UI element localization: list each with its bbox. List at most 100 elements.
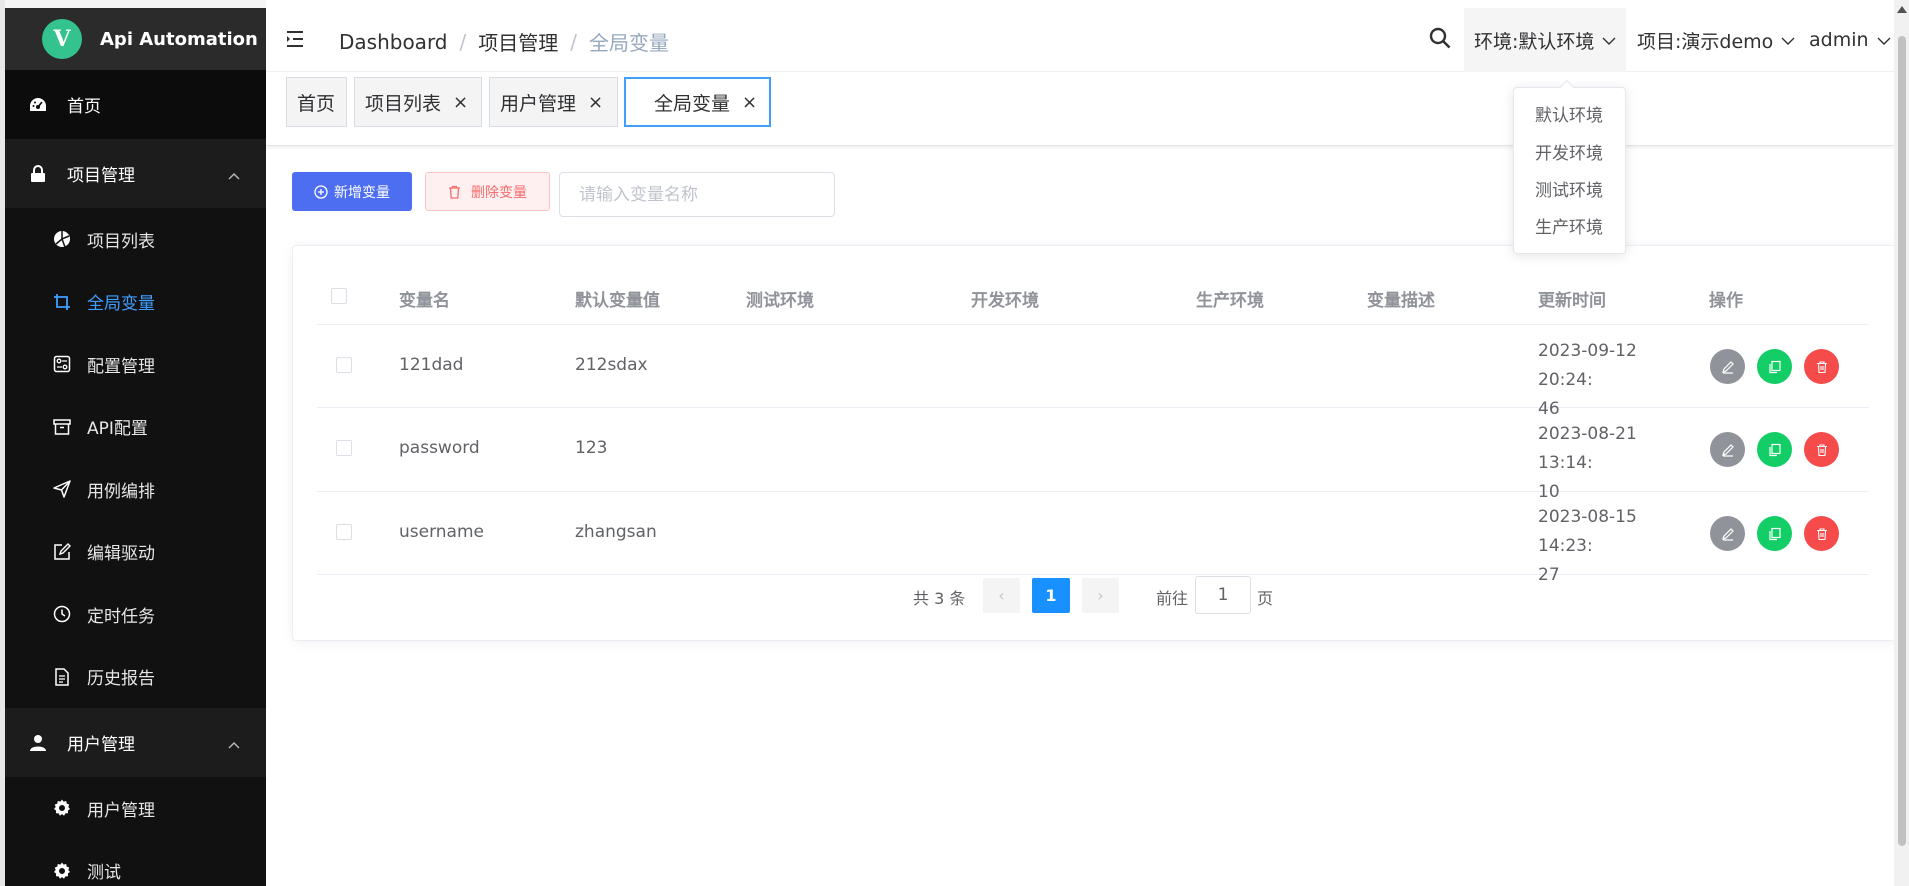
- env-option-test[interactable]: 测试环境: [1535, 176, 1603, 201]
- column-header-default-value: 默认变量值: [575, 291, 660, 311]
- plus-circle-icon: [314, 184, 328, 199]
- sidebar-item-label: 全局变量: [87, 294, 155, 315]
- sidebar-item-api-config[interactable]: API配置: [5, 396, 266, 459]
- pagination-goto-input[interactable]: [1195, 576, 1251, 614]
- user-menu[interactable]: admin: [1809, 8, 1891, 72]
- delete-button[interactable]: [1804, 516, 1839, 551]
- tag-global-vars[interactable]: 全局变量 ×: [624, 77, 771, 127]
- edit-button[interactable]: [1710, 432, 1745, 467]
- chevron-right-icon: ›: [1097, 586, 1104, 605]
- variable-search-input[interactable]: [559, 172, 835, 217]
- delete-button[interactable]: [1804, 432, 1839, 467]
- delete-button[interactable]: [1804, 349, 1839, 384]
- scroll-up-arrow-icon[interactable]: [1897, 6, 1907, 13]
- pencil-icon: [1721, 527, 1734, 541]
- app-logo[interactable]: V Api Automation: [5, 0, 266, 70]
- tag-project-list[interactable]: 项目列表 ×: [354, 77, 482, 127]
- breadcrumb-item[interactable]: Dashboard: [339, 30, 448, 54]
- env-option-dev[interactable]: 开发环境: [1535, 139, 1603, 164]
- sidebar-item-edit-driver[interactable]: 编辑驱动: [5, 521, 266, 584]
- updated-time-line: 2023-09-12 20:24:: [1538, 341, 1637, 390]
- copy-button[interactable]: [1757, 432, 1792, 467]
- sidebar-item-label: 测试: [87, 863, 121, 884]
- copy-icon: [1768, 443, 1781, 456]
- pagination-page-suffix: 页: [1257, 589, 1274, 608]
- submenu-project: 项目列表 全局变量 配置管理 API配置 用例编排 编辑驱动 定时任务 历史报告: [5, 208, 266, 708]
- sidebar-item-history-report[interactable]: 历史报告: [5, 646, 266, 709]
- trash-icon: [1816, 527, 1827, 540]
- copy-button[interactable]: [1757, 349, 1792, 384]
- sidebar-item-label: 首页: [67, 97, 101, 117]
- sidebar-group-user[interactable]: 用户管理: [5, 708, 266, 777]
- delete-variable-button[interactable]: 删除变量: [425, 172, 550, 211]
- column-header-prod-env: 生产环境: [1196, 291, 1264, 311]
- sidebar-group-project[interactable]: 项目管理: [5, 139, 266, 208]
- edit-icon: [53, 542, 71, 561]
- tag-label: 首页: [297, 92, 336, 115]
- project-selector[interactable]: 项目:演示demo: [1637, 8, 1795, 72]
- app-title: Api Automation: [100, 28, 258, 50]
- sidebar-group-label: 项目管理: [67, 166, 135, 186]
- crop-icon: [53, 293, 71, 311]
- close-icon[interactable]: ×: [742, 92, 757, 113]
- tag-home[interactable]: 首页: [286, 77, 347, 127]
- tag-label: 全局变量: [654, 92, 731, 115]
- gear-icon: [53, 862, 71, 880]
- row-checkbox[interactable]: [336, 440, 352, 456]
- add-variable-label: 新增变量: [334, 184, 390, 201]
- column-header-description: 变量描述: [1367, 291, 1435, 311]
- row-checkbox[interactable]: [336, 357, 352, 373]
- search-button[interactable]: [1429, 8, 1451, 72]
- sidebar-item-home[interactable]: 首页: [5, 70, 266, 139]
- updated-time-cell: 2023-09-12 20:24: 46: [1538, 337, 1688, 424]
- edit-button[interactable]: [1710, 349, 1745, 384]
- pagination-prev-button[interactable]: ‹: [983, 578, 1020, 613]
- variable-value-cell: zhangsan: [575, 522, 657, 542]
- sidebar-item-label: 用例编排: [87, 481, 155, 502]
- tag-user-management[interactable]: 用户管理 ×: [489, 77, 618, 127]
- sidebar-item-scheduled-tasks[interactable]: 定时任务: [5, 583, 266, 646]
- close-icon[interactable]: ×: [588, 92, 603, 113]
- add-variable-button[interactable]: 新增变量: [292, 172, 412, 211]
- pagination-total: 共 3 条: [913, 589, 966, 608]
- top-header: Dashboard / 项目管理 / 全局变量 环境:默认环境 项目:演示dem…: [266, 8, 1894, 72]
- clock-icon: [53, 605, 71, 623]
- sidebar-item-user-management[interactable]: 用户管理: [5, 777, 266, 840]
- row-checkbox[interactable]: [336, 524, 352, 540]
- sidebar-item-project-list[interactable]: 项目列表: [5, 208, 266, 271]
- edit-button[interactable]: [1710, 516, 1745, 551]
- sidebar-item-global-vars[interactable]: 全局变量: [5, 271, 266, 334]
- submenu-user: 用户管理 测试: [5, 777, 266, 886]
- column-header-name: 变量名: [399, 291, 450, 311]
- trash-icon: [1816, 443, 1827, 456]
- vue-logo-icon: V: [42, 19, 82, 59]
- env-option-default[interactable]: 默认环境: [1535, 101, 1603, 126]
- user-menu-label: admin: [1809, 29, 1869, 51]
- copy-button[interactable]: [1757, 516, 1792, 551]
- sidebar-item-case-orchestration[interactable]: 用例编排: [5, 458, 266, 521]
- breadcrumb-separator: /: [570, 29, 578, 54]
- settings-panel-icon: [53, 355, 71, 373]
- sidebar-item-config[interactable]: 配置管理: [5, 333, 266, 396]
- pagination-page-1[interactable]: 1: [1032, 578, 1070, 613]
- menu-fold-icon[interactable]: [286, 30, 308, 52]
- sidebar-item-test[interactable]: 测试: [5, 840, 266, 886]
- env-selector[interactable]: 环境:默认环境: [1464, 8, 1627, 72]
- project-selector-label: 项目:演示demo: [1637, 30, 1774, 53]
- pencil-icon: [1721, 360, 1734, 374]
- sidebar-item-label: API配置: [87, 419, 148, 440]
- chevron-down-icon: [1781, 29, 1795, 51]
- sidebar-group-label: 用户管理: [67, 735, 135, 755]
- updated-time-line: 2023-08-15 14:23:: [1538, 507, 1637, 556]
- breadcrumb-item-current: 全局变量: [589, 31, 670, 55]
- env-option-prod[interactable]: 生产环境: [1535, 213, 1603, 238]
- trash-icon: [1816, 360, 1827, 373]
- trash-icon: [448, 185, 461, 199]
- scrollbar-thumb[interactable]: [1898, 36, 1906, 846]
- sidebar-item-label: 编辑驱动: [87, 544, 155, 565]
- row-divider: [317, 324, 1869, 325]
- pagination-next-button[interactable]: ›: [1082, 578, 1119, 613]
- close-icon[interactable]: ×: [453, 92, 468, 113]
- breadcrumb-item[interactable]: 项目管理: [478, 27, 558, 56]
- select-all-checkbox[interactable]: [331, 288, 347, 304]
